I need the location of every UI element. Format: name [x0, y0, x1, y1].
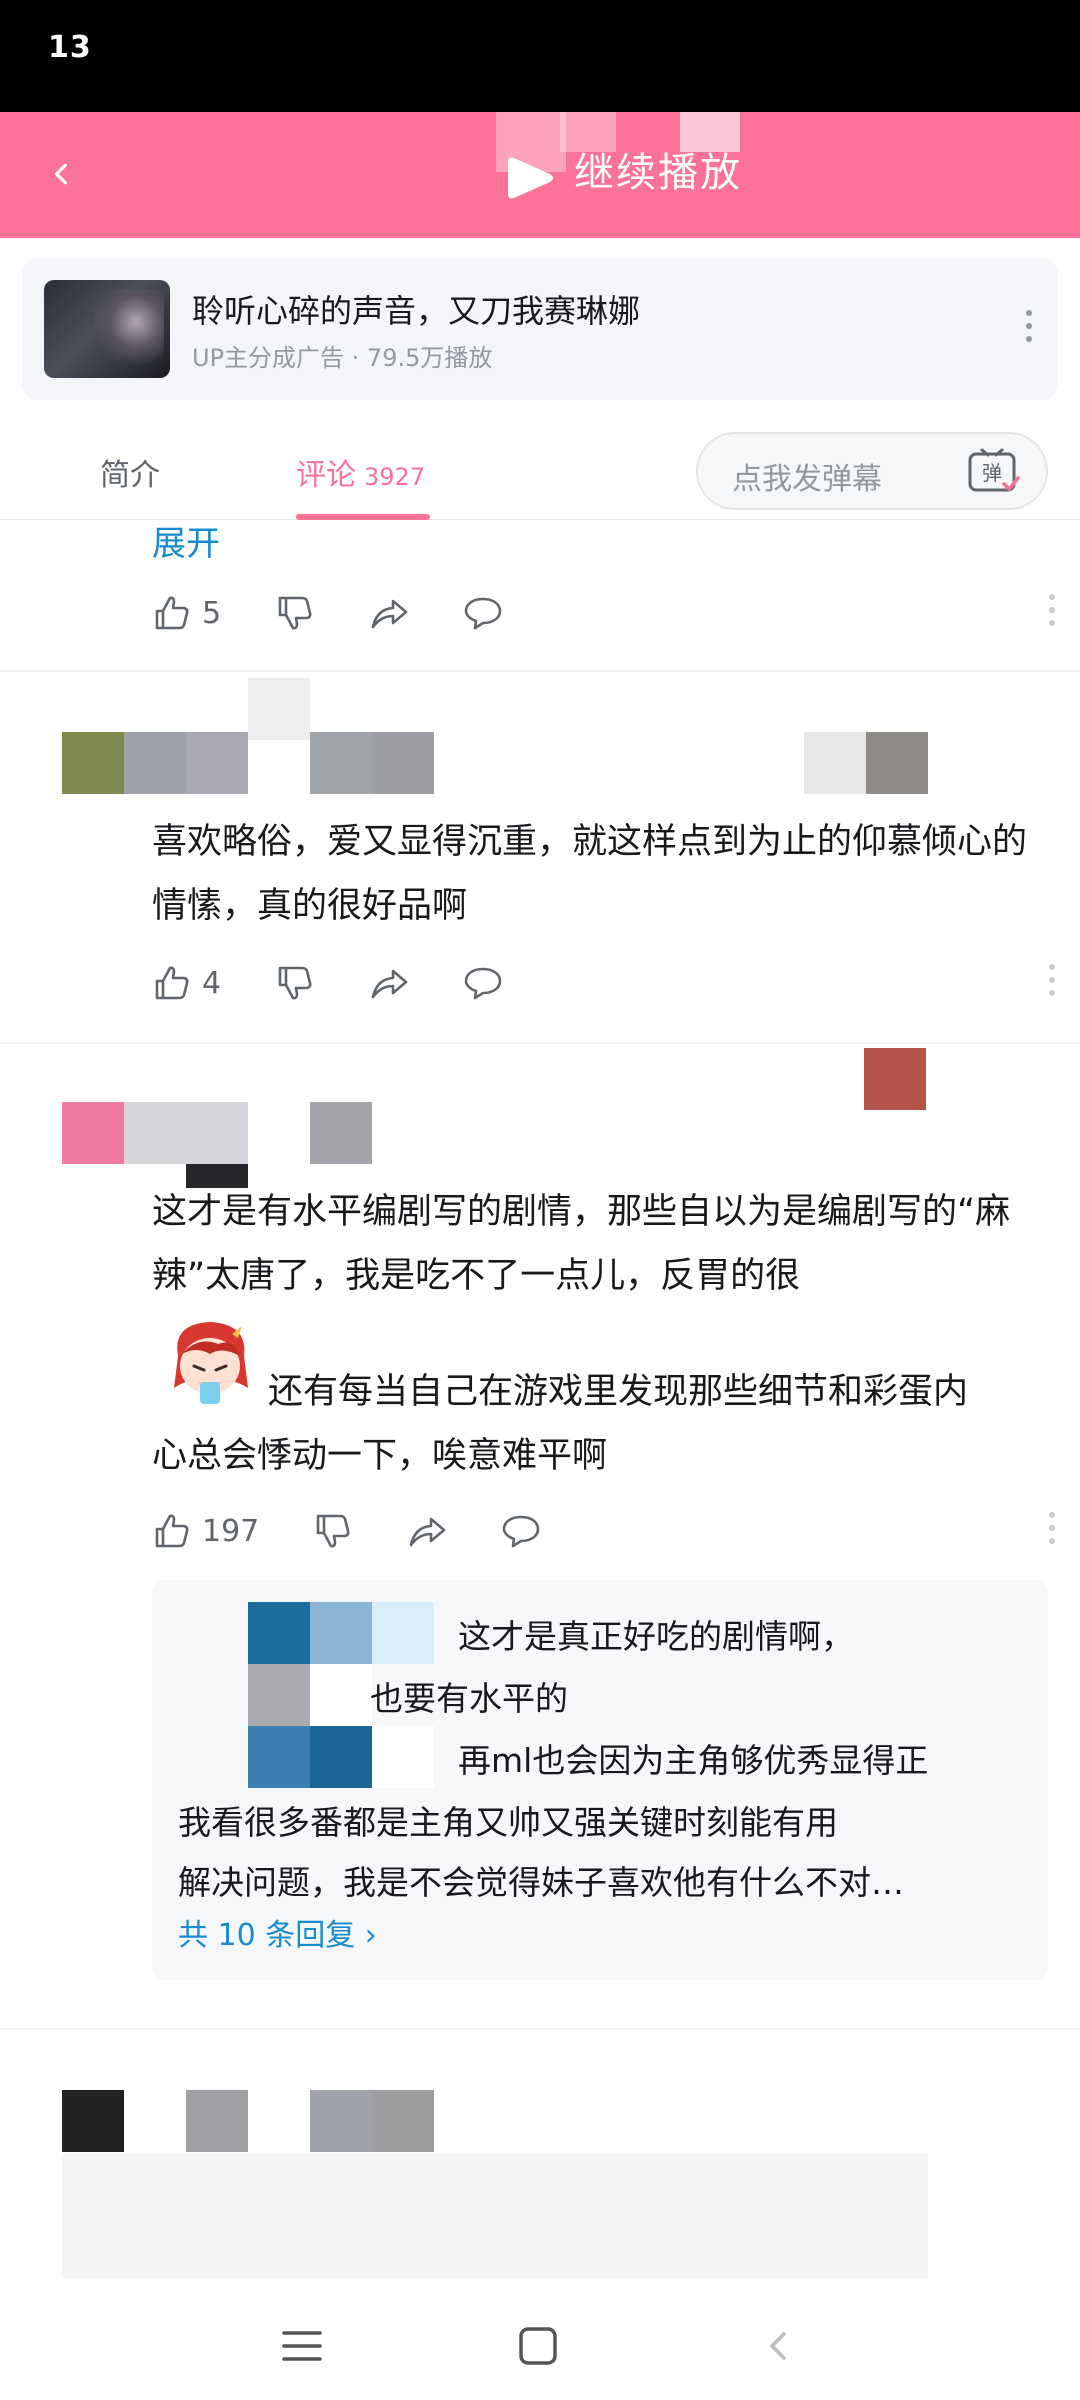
thumb-down-icon [278, 596, 312, 630]
continue-play-label[interactable]: 继续播放 [574, 140, 742, 198]
username-mosaic [248, 678, 310, 740]
share-icon [409, 1517, 446, 1547]
active-tab-indicator [296, 514, 430, 520]
system-nav-bar [0, 2290, 1080, 2400]
reply-button[interactable] [463, 963, 503, 1003]
badge-mosaic [864, 1048, 926, 1110]
home-icon[interactable] [516, 2324, 560, 2368]
like-count: 5 [202, 595, 222, 631]
avatar[interactable] [62, 1102, 372, 1164]
danmaku-placeholder: 点我发弹幕 [732, 462, 882, 497]
comment-actions: 4 [152, 958, 557, 1008]
more-options-icon[interactable] [1048, 964, 1056, 1004]
divider [0, 670, 1080, 672]
reply-text: 再ml也会因为主角够优秀显得正 [458, 1741, 929, 1780]
reply-text: 这才是真正好吃的剧情啊， [458, 1617, 854, 1656]
status-time: 13 [48, 30, 92, 65]
reply-text: 解决问题，我是不会觉得妹子喜欢他有什么不对… [178, 1863, 904, 1902]
view-all-replies-link[interactable]: 共 10 条回复 › [178, 1910, 377, 1954]
reply-button[interactable] [463, 593, 503, 633]
more-options-icon[interactable] [1048, 1512, 1056, 1552]
divider [0, 2028, 1080, 2030]
back-icon[interactable] [758, 2324, 802, 2368]
thumb-up-icon [155, 1514, 189, 1548]
comment-bubble-icon [464, 967, 502, 1000]
ad-meta: UP主分成广告 · 79.5万播放 [192, 344, 493, 372]
sticker-emote-icon [174, 1322, 248, 1404]
back-button[interactable] [42, 154, 82, 194]
share-button[interactable] [407, 1511, 447, 1551]
reply-text: 我看很多番都是主角又帅又强关键时刻能有用 [178, 1803, 838, 1842]
share-icon [371, 599, 408, 629]
menu-icon[interactable] [280, 2324, 324, 2368]
danmaku-toggle-icon[interactable]: 弹 [966, 446, 1022, 498]
reply-avatar-mosaic [248, 1602, 434, 1664]
like-button[interactable]: 197 [152, 1511, 259, 1551]
tab-intro[interactable]: 简介 [100, 450, 160, 494]
danmaku-input[interactable]: 点我发弹幕 弹 [696, 432, 1048, 510]
more-options-icon[interactable] [1048, 594, 1056, 634]
reply-avatar-mosaic [248, 1726, 434, 1788]
thumb-down-icon [316, 1514, 350, 1548]
ad-title[interactable]: 聆听心碎的声音，又刀我赛琳娜 [192, 286, 640, 332]
comment-text-continued: 还有每当自己在游戏里发现那些细节和彩蛋内 [268, 1372, 969, 1412]
comment-text: 喜欢略俗，爱又显得沉重，就这样点到为止的仰慕倾心的情愫，真的很好品啊 [152, 822, 1028, 926]
reply-text: 也要有水平的 [370, 1679, 568, 1718]
badge-mosaic [804, 732, 928, 794]
more-options-icon[interactable] [1024, 310, 1034, 350]
tab-comment-label: 评论 [296, 458, 356, 493]
tab-bar: 简介 评论 3927 点我发弹幕 弹 [0, 420, 1080, 520]
share-icon [371, 969, 408, 999]
like-button[interactable]: 5 [152, 593, 221, 633]
back-arrow-icon [54, 163, 67, 185]
thumb-down-icon [278, 966, 312, 1000]
share-button[interactable] [369, 963, 409, 1003]
comment-bubble-icon [464, 597, 502, 630]
like-count: 197 [202, 1513, 260, 1549]
video-top-bar[interactable]: 继续播放 [0, 112, 1080, 238]
divider [0, 1042, 1080, 1044]
dislike-button[interactable] [275, 963, 315, 1003]
comment-text-continued: 心总会悸动一下，唉意难平啊 [152, 1436, 608, 1476]
comment-text: 这才是有水平编剧写的剧情，那些自以为是编剧写的“麻辣”太唐了，我是吃不了一点儿，… [152, 1192, 1011, 1296]
play-icon[interactable] [500, 152, 560, 204]
thumb-up-icon [155, 596, 189, 630]
like-button[interactable]: 4 [152, 963, 221, 1003]
tab-comment[interactable]: 评论 3927 [296, 450, 425, 494]
ad-card[interactable]: 聆听心碎的声音，又刀我赛琳娜 UP主分成广告 · 79.5万播放 [22, 258, 1058, 400]
reply-avatar-mosaic [248, 1664, 372, 1726]
obscured-comment [62, 2154, 928, 2278]
share-button[interactable] [369, 593, 409, 633]
like-count: 4 [202, 965, 222, 1001]
danmaku-icon-text: 弹 [982, 461, 1002, 485]
thumb-up-icon [155, 966, 189, 1000]
reply-button[interactable] [501, 1511, 541, 1551]
comment-actions: 197 [152, 1506, 595, 1556]
status-bar: 13 [0, 0, 1080, 112]
avatar[interactable] [62, 732, 434, 794]
comment-count: 3927 [364, 463, 426, 491]
replies-preview[interactable]: 这才是真正好吃的剧情啊， 也要有水平的 再ml也会因为主角够优秀显得正 我看很多… [152, 1580, 1048, 1980]
comment-bubble-icon [502, 1515, 540, 1548]
comment-actions: 5 [152, 588, 557, 638]
dislike-button[interactable] [275, 593, 315, 633]
expand-link[interactable]: 展开 [152, 516, 220, 565]
ad-thumbnail[interactable] [44, 280, 170, 378]
dislike-button[interactable] [313, 1511, 353, 1551]
avatar[interactable] [62, 2090, 434, 2152]
